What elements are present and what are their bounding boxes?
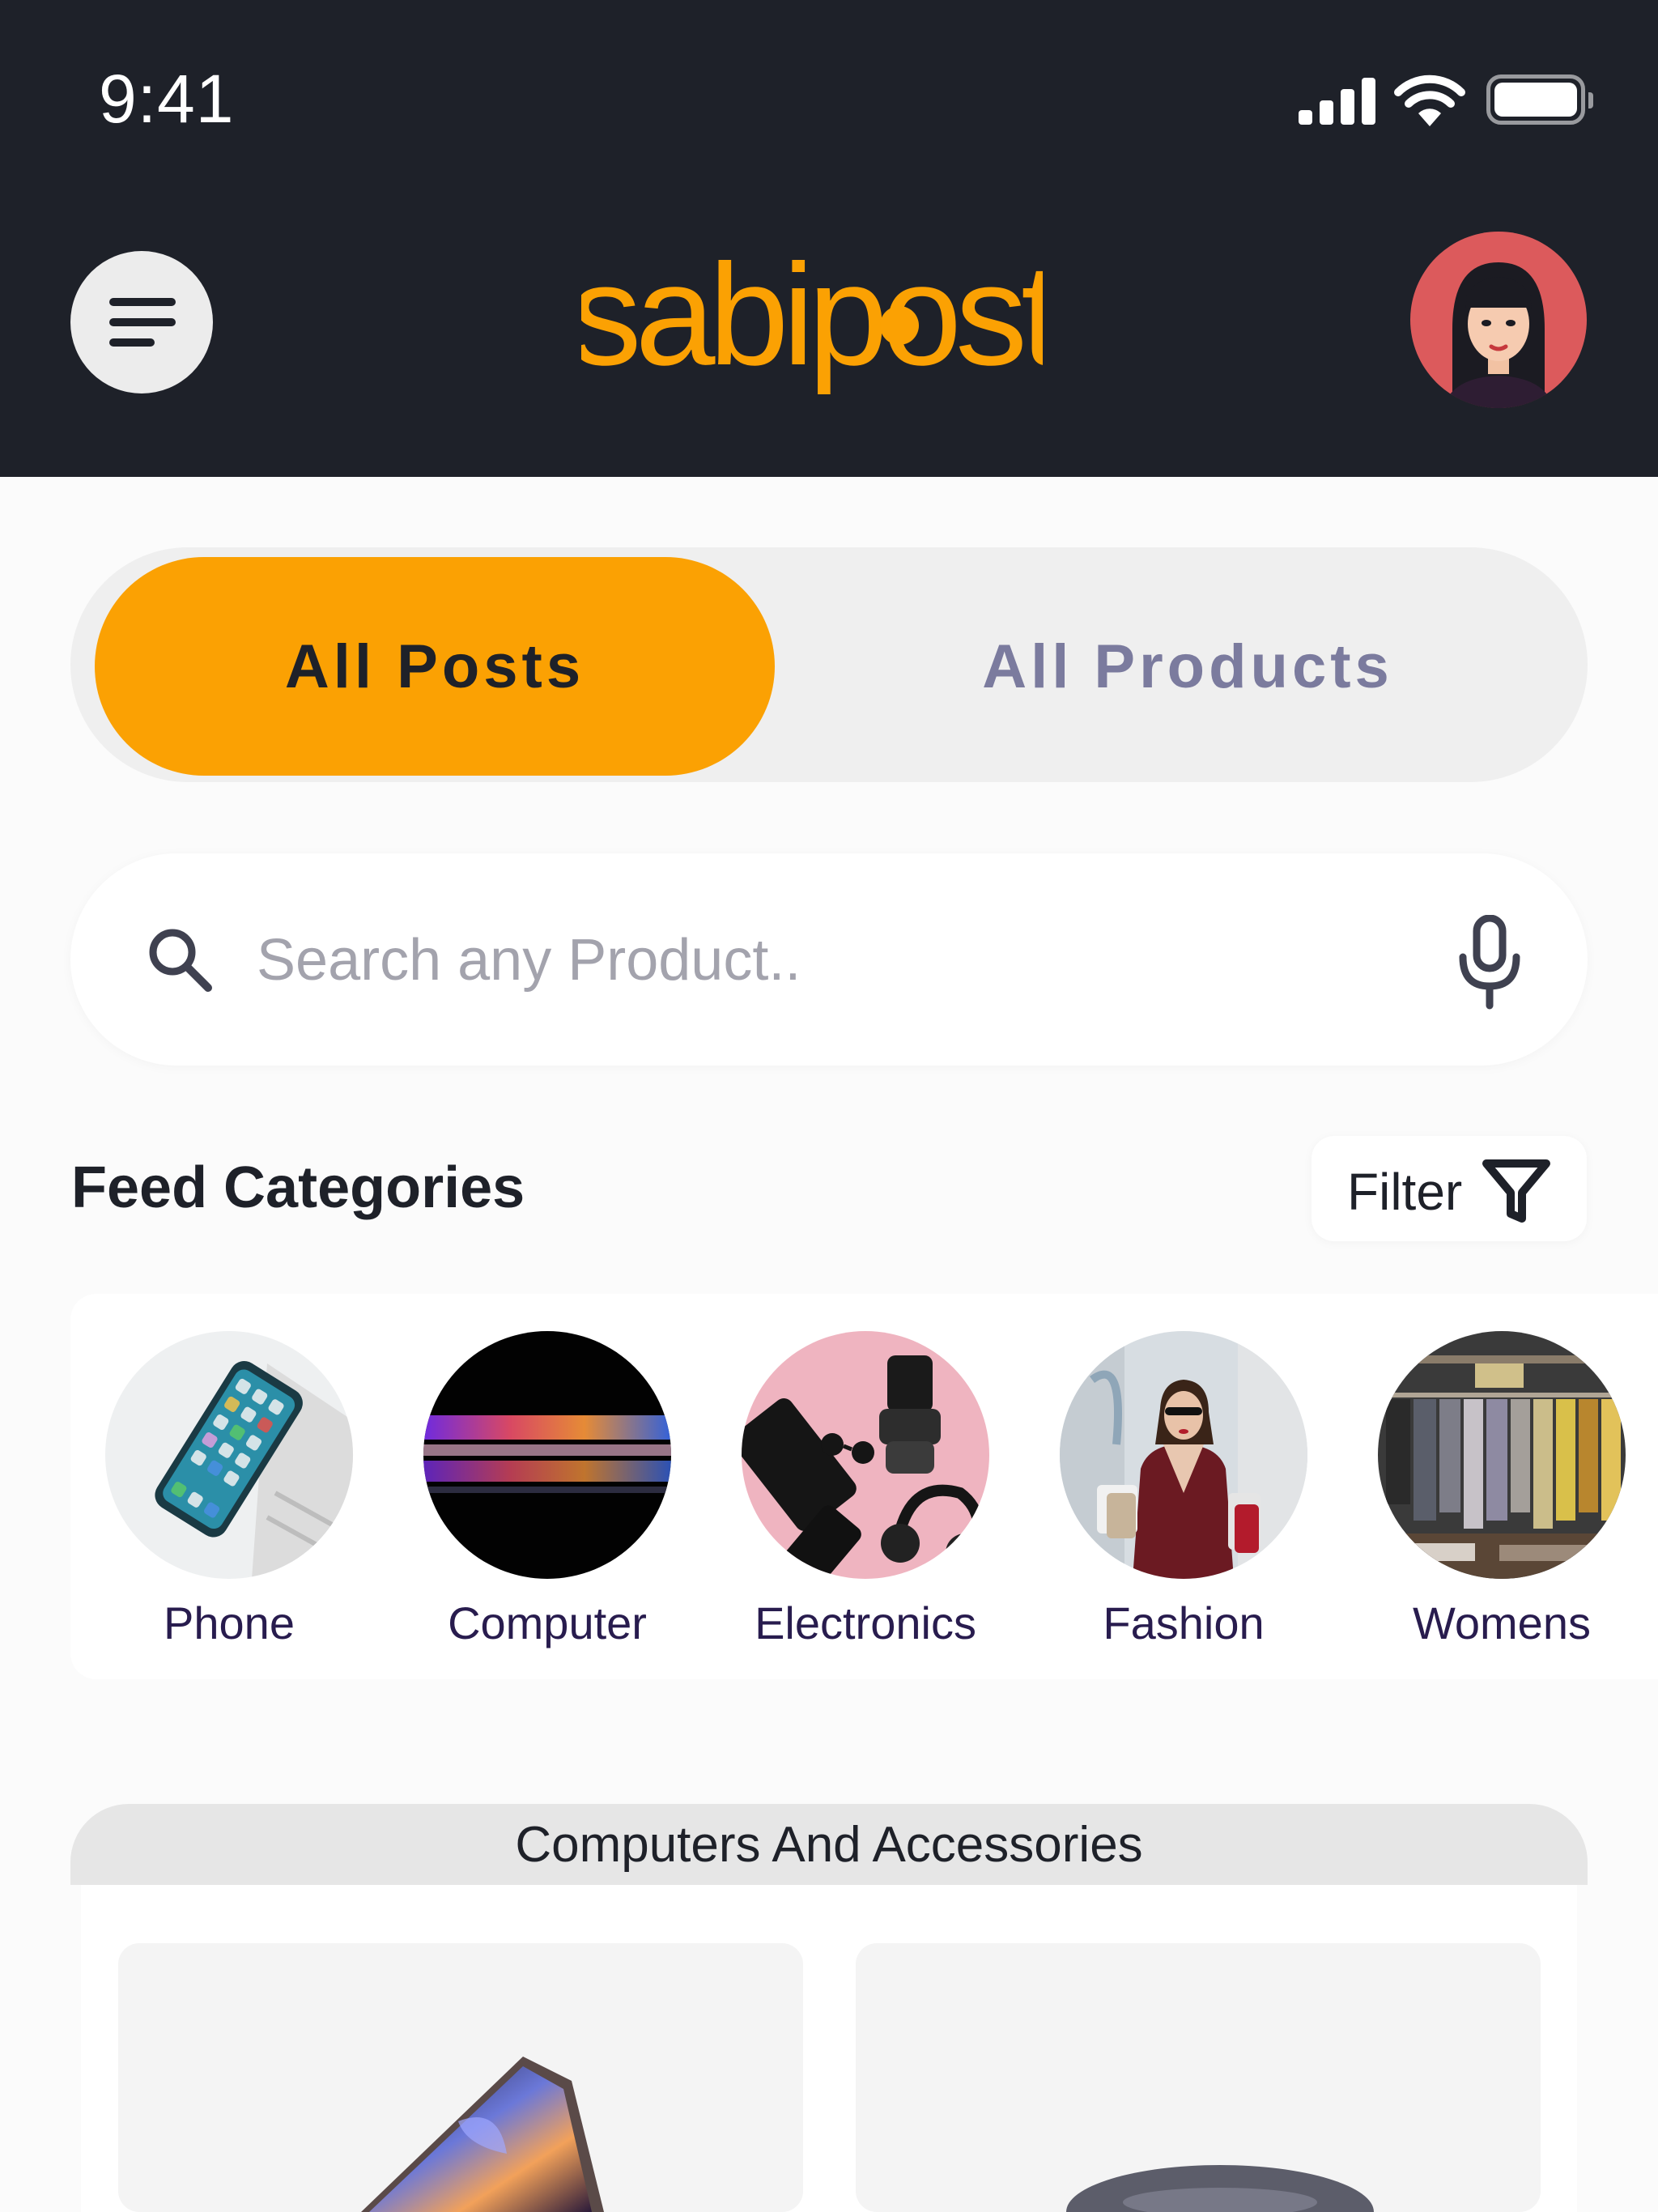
menu-button[interactable]: [70, 251, 213, 393]
category-label: Phone: [164, 1597, 295, 1648]
category-label: Computer: [448, 1597, 647, 1648]
womens-category-image: [1378, 1331, 1626, 1579]
product-card[interactable]: [118, 1943, 803, 2212]
computer-category-image: [423, 1331, 671, 1579]
wifi-icon: [1394, 74, 1465, 126]
electronics-category-image: [742, 1331, 989, 1579]
category-phone[interactable]: Phone: [104, 1331, 355, 1649]
category-electronics[interactable]: Electronics: [740, 1331, 991, 1649]
microphone-icon[interactable]: [1455, 915, 1524, 1010]
tab-all-posts[interactable]: All Posts: [95, 557, 775, 776]
battery-icon: [1486, 74, 1593, 126]
user-avatar[interactable]: [1410, 232, 1587, 408]
category-carousel: Phone Computer Electronics Fashion Women…: [70, 1294, 1658, 1679]
filter-label: Filter: [1347, 1163, 1463, 1221]
phone-category-image: [105, 1331, 353, 1579]
tab-all-products[interactable]: All Products: [807, 557, 1568, 776]
search-icon: [149, 929, 212, 992]
product-card[interactable]: [856, 1943, 1541, 2212]
feed-tabs: All Posts All Products: [70, 547, 1588, 782]
cellular-signal-icon: [1299, 78, 1376, 125]
category-label: Electronics: [755, 1597, 976, 1648]
search-bar: [70, 853, 1588, 1066]
svg-text:sabipost: sabipost: [581, 234, 1043, 395]
search-input[interactable]: [257, 923, 1390, 998]
category-womens[interactable]: Womens: [1376, 1331, 1627, 1649]
fashion-category-image: [1060, 1331, 1307, 1579]
category-computer[interactable]: Computer: [422, 1331, 673, 1649]
feed-categories-title: Feed Categories: [71, 1155, 525, 1220]
category-fashion[interactable]: Fashion: [1058, 1331, 1309, 1649]
filter-button[interactable]: Filter: [1312, 1136, 1587, 1241]
product-image: [1066, 2165, 1374, 2212]
section-header-computers: Computers And Accessories: [70, 1804, 1588, 1885]
app-header: 9:41 sabipost: [0, 0, 1658, 477]
status-time: 9:41: [99, 61, 235, 137]
sabipost-logo: sabipost: [581, 234, 1043, 395]
filter-icon: [1482, 1159, 1550, 1223]
foldable-phone-image: [361, 2057, 604, 2212]
category-label: Fashion: [1103, 1597, 1265, 1648]
category-label: Womens: [1413, 1597, 1591, 1648]
